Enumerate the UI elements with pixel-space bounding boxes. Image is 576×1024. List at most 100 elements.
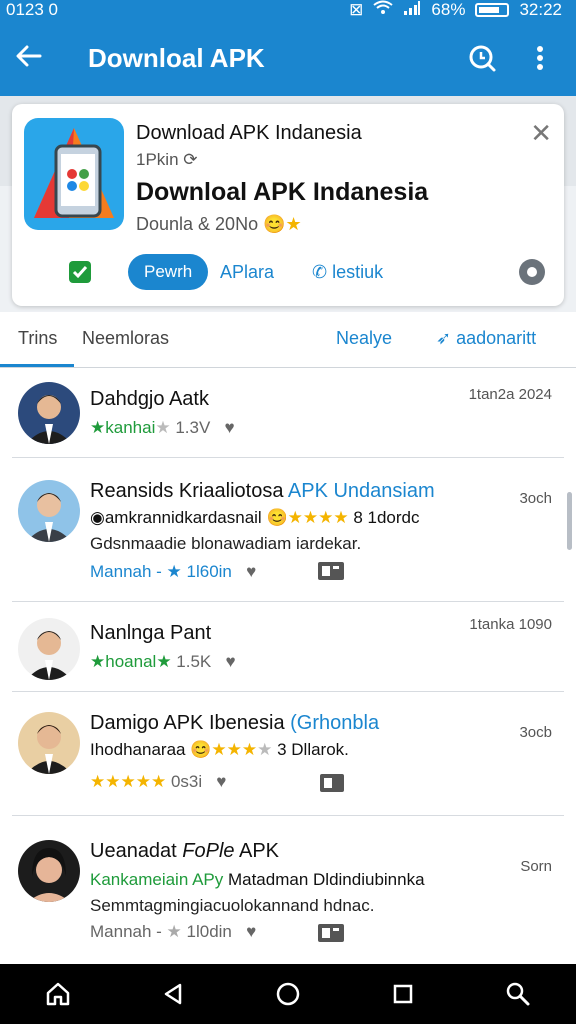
review-sub-highlight: Kankameiain APy [90,870,224,889]
list-item[interactable]: Nanlnga Pant 1tanka 1090 ★hoanal★ 1.5K ♥ [0,602,576,692]
list-item[interactable]: Damigo APK Ibenesia (Grhonbla 3ocb Ihodh… [0,692,576,816]
secondary-action-link[interactable]: APlara [220,262,274,283]
rocket-icon: ➶ [436,328,457,348]
star-icon: ★ [156,652,172,671]
primary-action-button[interactable]: Pewrh [128,254,209,290]
like-icon[interactable]: ♥ [237,562,256,581]
tab-indicator [0,364,74,367]
like-icon[interactable]: ♥ [216,652,235,671]
share-icon[interactable] [320,774,344,797]
share-icon[interactable] [318,924,344,947]
review-title: Nanlnga Pant [90,622,212,644]
third-action-link[interactable]: ✆ lestiuk [312,262,383,283]
list-item[interactable]: Dahdgjo Aatk 1tan2a 2024 ★kanhai★ 1.3V ♥ [0,368,576,458]
app-headline: Downloal APK Indanesia [136,178,429,206]
scrollbar[interactable] [567,492,572,550]
review-title: Dahdgjo Aatk [90,388,209,410]
status-time-right: 32:22 [519,0,562,19]
settings-icon[interactable] [518,258,546,291]
list-item[interactable]: Reansids Kriaaliotosa APK Undansiam 3och… [0,458,576,602]
wifi-icon [373,0,394,21]
app-name: Download APK Indanesia [136,122,362,144]
avatar [18,618,80,680]
like-icon[interactable]: ♥ [215,418,235,437]
review-title-highlight: APK Undansiam [287,480,435,502]
like-icon[interactable]: ♥ [207,772,226,791]
review-title-main: Ueanadat [90,840,183,862]
star-icon: ★ [90,652,106,671]
like-icon[interactable]: ♥ [237,922,256,941]
app-rating-text: Dounla & 20No [136,214,259,234]
review-rating-row: ★hoanal★ 1.5K ♥ [90,652,236,672]
review-count: 0s3i [170,772,203,791]
review-meta-row: Mannah - ★ 1l0din ♥ [90,922,256,942]
tab-neemloras[interactable]: Neemloras [82,328,169,349]
review-sub: Matadman Dldindiubinnka [223,870,425,889]
rating-label: hoanal [105,652,157,671]
star-icon: ★ [90,418,106,437]
emoji-icon: 😊 [266,508,288,527]
app-logo-icon [24,118,124,230]
review-title: Reansids Kriaaliotosa APK Undansiam [90,480,435,503]
review-time: Sorn [520,858,552,875]
review-meta-row: Mannah - ★ 1l60in ♥ [90,562,256,582]
search-icon[interactable] [498,974,538,1014]
close-icon[interactable]: ✕ [530,118,552,149]
third-action-label: lestiuk [332,261,384,282]
avatar [18,712,80,774]
rating-label: kanhai [105,418,156,437]
tab-nealye[interactable]: Nealye [336,328,392,349]
check-icon[interactable] [68,260,92,289]
review-time: 3ocb [519,724,552,741]
home-icon[interactable] [38,974,78,1014]
review-meta-label: Mannah - [90,562,167,581]
card-actions: Pewrh APlara ✆ lestiuk [12,252,564,292]
list-item[interactable]: Ueanadat FoPle APK Sorn Kankameiain APy … [0,816,576,964]
review-text: Semmtagmingiacuolokannand hdnac. [90,896,375,915]
stars-icon: ★★★★ [287,508,349,527]
app-bar: Downloal APK [0,20,576,96]
emoji-icon: 😊 [190,740,212,759]
star-icon: ★ [166,922,187,941]
review-sub: amkrannidkardasnail [104,508,262,527]
review-count: 1l0din [186,922,232,941]
avatar [18,480,80,542]
star-icon: ★ [155,418,171,437]
app-meta-row: 1Pkin ⟳ [136,150,198,170]
review-rating-row: Ihodhanaraa 😊★★★★ 3 Dllarok. [90,740,349,760]
status-icons: ⊠ 68% 32:22 [349,0,562,21]
review-time: 3och [519,490,552,507]
status-bar: 0123 0 ⊠ 68% 32:22 [0,0,576,20]
battery-percent: 68% [431,0,466,19]
star-icon: ★ [166,562,187,581]
app-meta: 1Pkin [136,150,179,169]
review-text: Gdsnmaadie blonawadiam iardekar. [90,534,362,553]
review-title: Ueanadat FoPle APK [90,840,279,863]
back-arrow-icon[interactable] [16,41,56,75]
back-triangle-icon[interactable] [153,974,193,1014]
avatar [18,840,80,902]
review-title-main: Reansids Kriaaliotosa [90,480,288,502]
tab-aadonaritt[interactable]: ➶ aadonaritt [436,328,536,349]
user-icon: ◉ [90,508,105,527]
search-icon[interactable] [462,38,502,78]
review-title-highlight: (Grhonbla [290,712,380,734]
review-title-mid: FoPle [182,840,235,862]
battery-icon [475,3,510,17]
review-title: Damigo APK Ibenesia (Grhonbla [90,712,379,735]
page-title: Downloal APK [88,42,265,73]
review-count: 1.5K [176,652,212,671]
home-circle-icon[interactable] [268,974,308,1014]
review-list: Dahdgjo Aatk 1tan2a 2024 ★kanhai★ 1.3V ♥… [0,368,576,964]
review-rating-row: ◉amkrannidkardasnail 😊★★★★ 8 1dordc [90,508,419,528]
review-count: 1l60in [186,562,232,581]
review-sub-row: Kankameiain APy Matadman Dldindiubinnka [90,870,425,890]
emoji-icon: 😊 [263,214,286,234]
review-title-tail: APK [234,840,280,862]
more-menu-icon[interactable] [520,38,560,78]
app-card[interactable]: ✕ Download APK Indanesia 1Pkin ⟳ Downloa… [12,104,564,306]
share-icon[interactable] [318,562,344,585]
recents-icon[interactable] [383,974,423,1014]
phone-icon: ✆ [312,261,333,282]
tab-trins[interactable]: Trins [18,328,57,349]
